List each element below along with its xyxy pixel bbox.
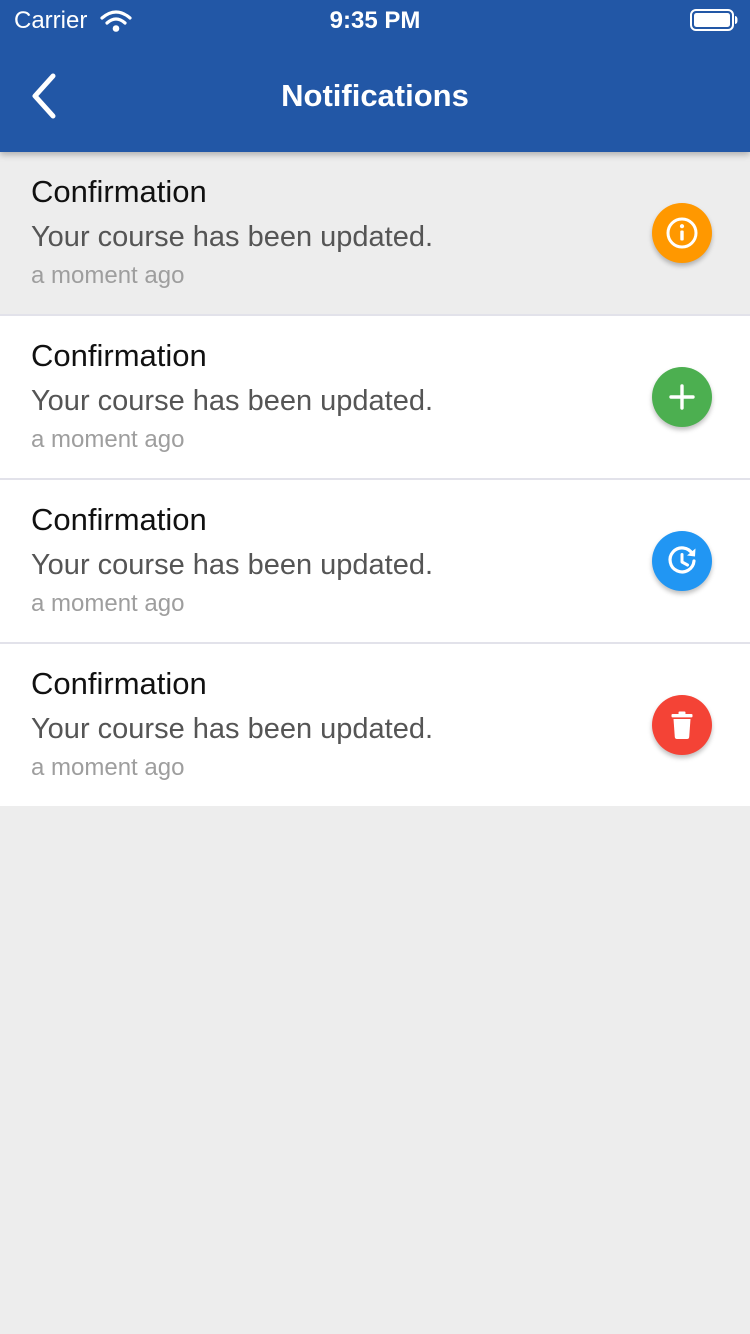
delete-badge <box>652 695 712 755</box>
notification-title: Confirmation <box>31 174 207 209</box>
notification-time: a moment ago <box>31 426 185 453</box>
info-badge <box>652 203 712 263</box>
notification-message: Your course has been updated. <box>31 713 434 745</box>
notification-time: a moment ago <box>31 754 185 781</box>
navigation-bar: Notifications <box>0 40 750 152</box>
notification-message: Your course has been updated. <box>31 385 434 417</box>
notification-list: Confirmation Your course has been update… <box>0 152 750 806</box>
notifications-screen: Carrier 9:35 PM Notifications Confirmati… <box>0 0 750 1334</box>
notification-title: Confirmation <box>31 666 207 701</box>
add-badge <box>652 367 712 427</box>
notification-item[interactable]: Confirmation Your course has been update… <box>0 152 750 316</box>
trash-icon <box>671 711 693 739</box>
notification-title: Confirmation <box>31 338 207 373</box>
history-badge <box>652 531 712 591</box>
notification-item[interactable]: Confirmation Your course has been update… <box>0 644 750 806</box>
notification-item[interactable]: Confirmation Your course has been update… <box>0 480 750 644</box>
plus-icon <box>669 384 695 410</box>
notification-time: a moment ago <box>31 590 185 617</box>
notification-title: Confirmation <box>31 502 207 537</box>
notification-time: a moment ago <box>31 262 185 289</box>
history-icon <box>668 546 696 574</box>
notification-message: Your course has been updated. <box>31 549 434 581</box>
status-time: 9:35 PM <box>329 7 421 34</box>
info-icon <box>666 217 698 249</box>
battery-full-icon <box>690 9 738 31</box>
status-bar: Carrier 9:35 PM <box>0 0 750 40</box>
notification-message: Your course has been updated. <box>31 221 434 253</box>
page-title: Notifications <box>281 78 469 113</box>
notification-item[interactable]: Confirmation Your course has been update… <box>0 316 750 480</box>
app-header: Carrier 9:35 PM Notifications <box>0 0 750 152</box>
